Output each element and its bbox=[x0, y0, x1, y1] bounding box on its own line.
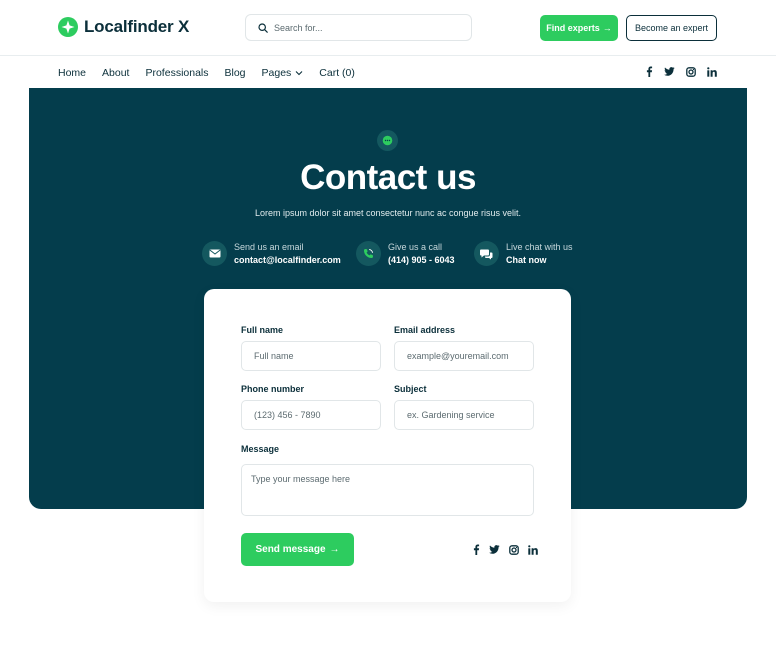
nav-item-professionals[interactable]: Professionals bbox=[145, 67, 208, 79]
message-label: Message bbox=[241, 444, 280, 454]
contact-email-value: contact@localfinder.com bbox=[234, 255, 341, 265]
contact-chat[interactable]: Live chat with us Chat now bbox=[474, 241, 573, 266]
page-subtitle: Lorem ipsum dolor sit amet consectetur n… bbox=[254, 208, 522, 218]
send-message-label: Send message bbox=[255, 544, 326, 555]
contact-phone[interactable]: Give us a call (414) 905 - 6043 bbox=[356, 241, 455, 266]
contact-email-label: Send us an email bbox=[234, 242, 304, 252]
contact-phone-value: (414) 905 - 6043 bbox=[388, 255, 455, 265]
email-field[interactable] bbox=[394, 341, 534, 371]
facebook-icon[interactable] bbox=[470, 544, 481, 555]
nav-item-about[interactable]: About bbox=[102, 67, 129, 79]
send-message-button[interactable]: Send message → bbox=[241, 533, 354, 566]
phone-field[interactable] bbox=[241, 400, 381, 430]
phone-label: Phone number bbox=[241, 384, 305, 394]
chat-icon bbox=[474, 241, 499, 266]
chevron-down-icon bbox=[295, 70, 303, 75]
chat-badge-icon bbox=[377, 130, 398, 151]
arrow-right-icon: → bbox=[329, 544, 340, 555]
twitter-icon[interactable] bbox=[489, 544, 500, 555]
nav-item-home[interactable]: Home bbox=[58, 67, 86, 79]
nav-item-pages-label: Pages bbox=[261, 66, 292, 79]
instagram-icon[interactable] bbox=[508, 544, 519, 555]
mail-icon bbox=[202, 241, 227, 266]
full-name-field[interactable] bbox=[241, 341, 381, 371]
email-label: Email address bbox=[394, 325, 456, 335]
message-field[interactable] bbox=[241, 464, 534, 516]
linkedin-icon[interactable] bbox=[527, 544, 538, 555]
form-social-links bbox=[470, 544, 538, 555]
find-experts-button[interactable]: Find experts → bbox=[540, 15, 618, 41]
logo-icon bbox=[58, 17, 78, 37]
brand-name: Localfinder X bbox=[84, 17, 190, 36]
full-name-label: Full name bbox=[241, 325, 284, 335]
brand-logo[interactable]: Localfinder X bbox=[58, 17, 189, 37]
subject-label: Subject bbox=[394, 384, 427, 394]
phone-icon bbox=[356, 241, 381, 266]
facebook-icon[interactable] bbox=[643, 66, 654, 77]
contact-chat-label: Live chat with us bbox=[506, 242, 573, 252]
contact-phone-label: Give us a call bbox=[388, 242, 443, 252]
search-box[interactable] bbox=[245, 14, 472, 41]
search-icon bbox=[258, 22, 268, 33]
contact-form-card: Full name Email address Phone number Sub… bbox=[204, 289, 571, 602]
header-social-links bbox=[643, 66, 717, 77]
contact-chat-value: Chat now bbox=[506, 255, 547, 265]
twitter-icon[interactable] bbox=[664, 66, 675, 77]
become-expert-button[interactable]: Become an expert bbox=[626, 15, 717, 41]
search-input[interactable] bbox=[274, 22, 454, 33]
become-expert-label: Become an expert bbox=[634, 23, 709, 33]
contact-email[interactable]: Send us an email contact@localfinder.com bbox=[202, 241, 341, 266]
top-header: Localfinder X Find experts → Become an e… bbox=[0, 0, 776, 56]
nav-item-cart[interactable]: Cart (0) bbox=[319, 67, 355, 79]
find-experts-label: Find experts bbox=[546, 23, 600, 33]
main-nav: Home About Professionals Blog Pages Cart… bbox=[58, 57, 371, 88]
nav-item-blog[interactable]: Blog bbox=[225, 67, 246, 79]
nav-item-pages[interactable]: Pages bbox=[262, 67, 304, 79]
arrow-right-icon: → bbox=[602, 23, 612, 33]
linkedin-icon[interactable] bbox=[706, 66, 717, 77]
page-title: Contact us bbox=[300, 158, 476, 197]
subject-field[interactable] bbox=[394, 400, 534, 430]
instagram-icon[interactable] bbox=[685, 66, 696, 77]
